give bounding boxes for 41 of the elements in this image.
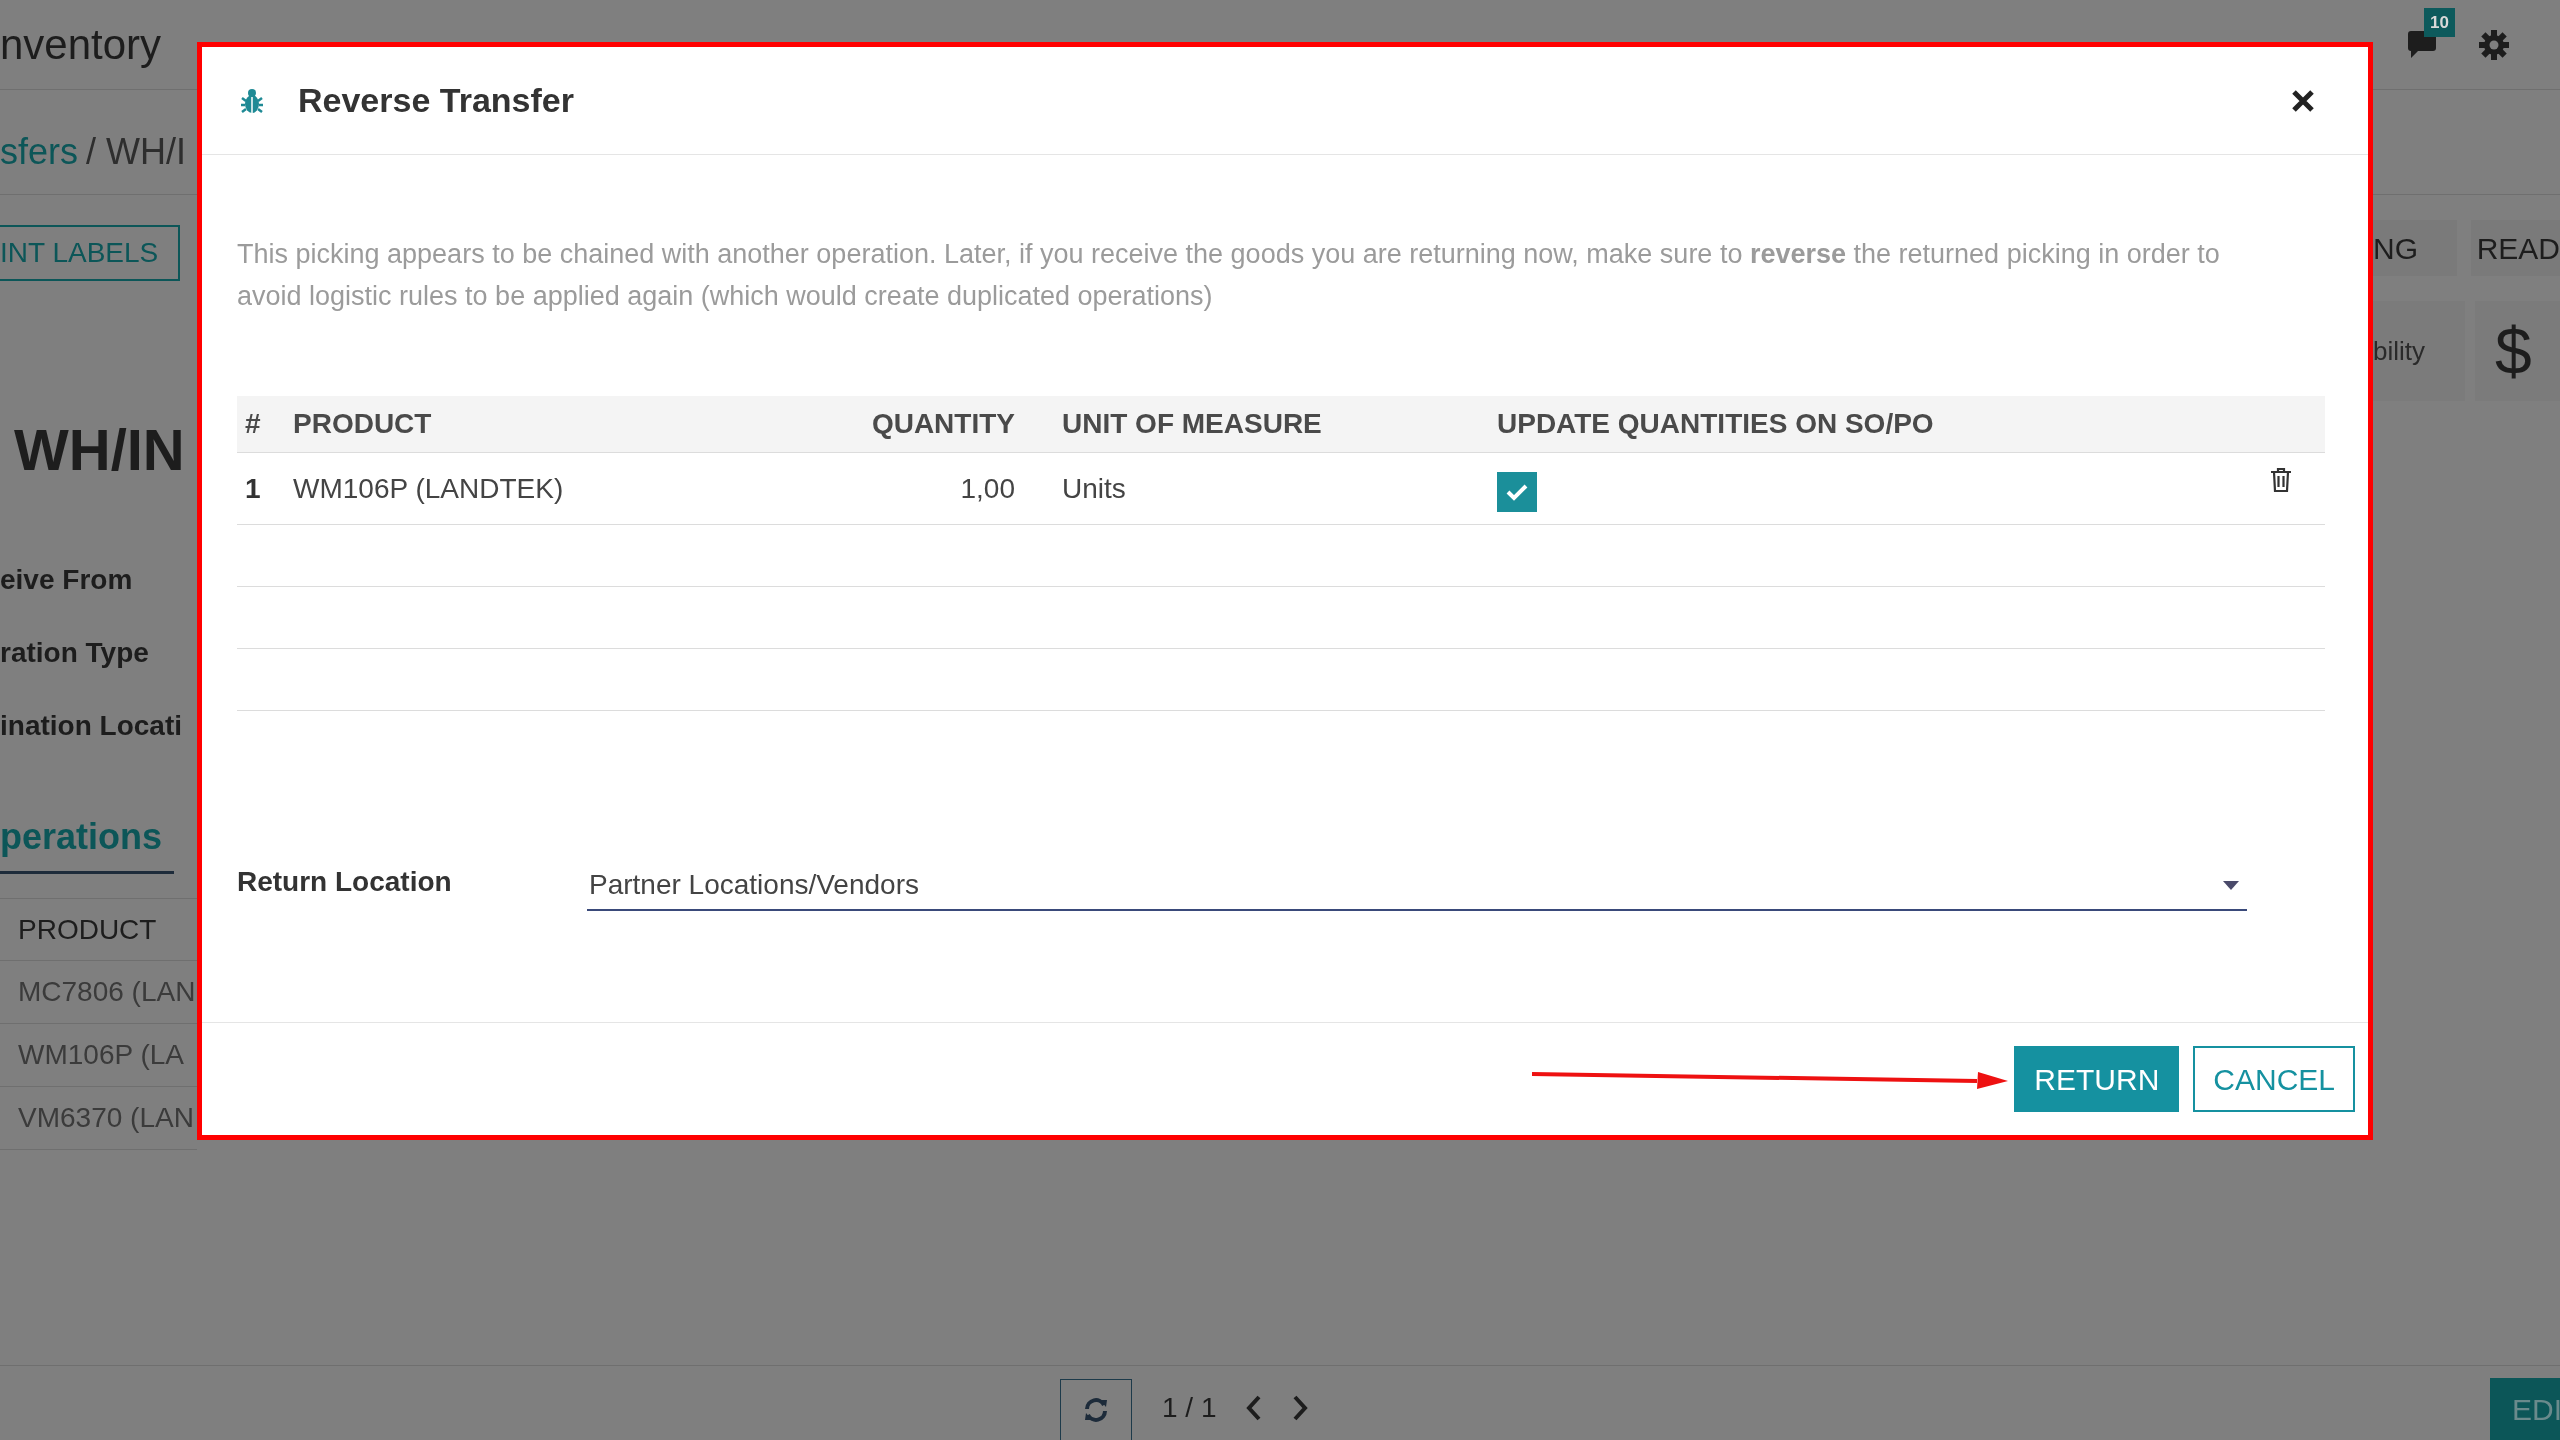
trash-icon[interactable] xyxy=(2270,467,2292,493)
pager-value: 1 / 1 xyxy=(1162,1391,1217,1425)
row-number: 1 xyxy=(244,471,262,506)
column-header: QUANTITY xyxy=(870,407,1016,441)
cancel-button[interactable]: CANCEL xyxy=(2193,1046,2355,1112)
field-label: Return Location xyxy=(237,865,453,899)
column-header: UNIT OF MEASURE xyxy=(1061,407,1323,441)
breadcrumb-link[interactable]: sfers xyxy=(0,125,78,179)
table-cell-text: 1,00 xyxy=(959,471,1016,506)
caret-icon xyxy=(2223,880,2239,890)
status-button[interactable]: NG xyxy=(2373,220,2457,276)
refresh-button[interactable] xyxy=(1060,1378,1132,1440)
bug-icon xyxy=(240,87,264,114)
column-header: PRODUCT xyxy=(293,407,433,441)
chevron-left-icon[interactable] xyxy=(1246,1395,1263,1421)
select-field[interactable]: Partner Locations/Vendors xyxy=(587,861,2247,911)
smart-button[interactable]: $ xyxy=(2475,301,2560,401)
field-label: eive From xyxy=(0,562,134,597)
refresh-icon xyxy=(1083,1396,1109,1423)
field-label: ration Type xyxy=(0,635,150,670)
table-cell-text: WM106P (LANDTEK) xyxy=(293,471,565,506)
message-count-badge: 10 xyxy=(2424,7,2455,37)
table-cell-text: Units xyxy=(1061,471,1127,506)
edit-button[interactable]: EDI xyxy=(2490,1378,2560,1440)
app-name: nventory xyxy=(0,20,162,70)
close-icon xyxy=(2291,88,2315,113)
dialog-message: This picking appears to be chained with another operation. Later, if you receive the goods you are returning now, make sure to reverse the returned picking in order to avoid logistic rules to be applied again (which would create duplicated operations) xyxy=(237,238,2221,313)
return-button[interactable]: RETURN xyxy=(2014,1046,2180,1112)
record-title: WH/IN xyxy=(13,416,186,484)
breadcrumb-current: / WH/I xyxy=(86,130,186,174)
print-labels-button[interactable]: INT LABELS xyxy=(0,225,181,281)
checkbox[interactable] xyxy=(1497,471,1537,512)
status-button[interactable]: READ xyxy=(2470,220,2560,276)
column-header: # xyxy=(244,407,262,441)
chevron-right-icon[interactable] xyxy=(1292,1395,1309,1421)
field-label: ination Locati xyxy=(0,708,183,743)
column-header: UPDATE QUANTITIES ON SO/PO xyxy=(1496,407,1935,441)
operations-tab[interactable]: perations xyxy=(0,802,174,874)
dialog-title: Reverse Transfer xyxy=(298,80,574,121)
smart-button[interactable]: bility xyxy=(2373,301,2465,401)
settings-icon[interactable] xyxy=(2478,28,2510,61)
